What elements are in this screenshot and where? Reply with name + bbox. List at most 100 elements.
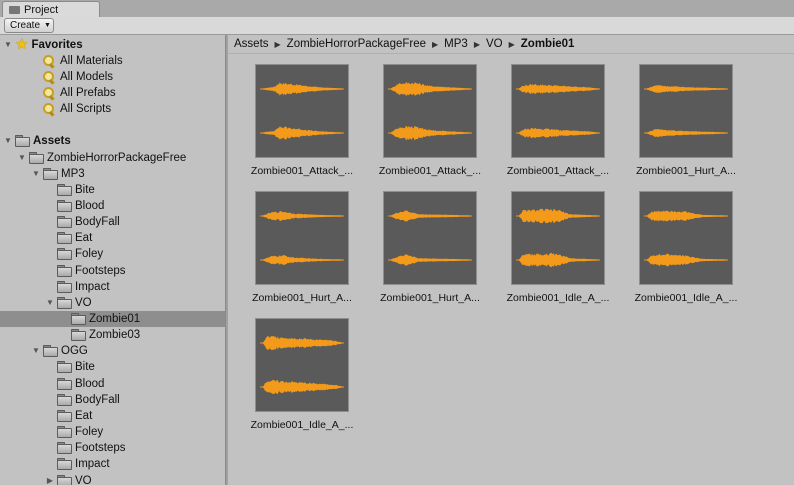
- tree-item-all-scripts[interactable]: All Scripts: [0, 101, 225, 117]
- tree-item-foley[interactable]: Foley: [0, 246, 225, 262]
- asset-item[interactable]: Zombie001_Attack_...: [486, 55, 609, 177]
- tree-item-bodyfall[interactable]: BodyFall: [0, 214, 225, 230]
- audio-waveform-thumbnail[interactable]: [639, 64, 733, 158]
- tree-item-eat[interactable]: Eat: [0, 408, 225, 424]
- asset-item[interactable]: Zombie001_Idle_A_...: [614, 182, 737, 304]
- waveform-channel: [391, 82, 470, 96]
- expanded-triangle-icon[interactable]: ▼: [32, 170, 40, 178]
- asset-name: Zombie001_Idle_A_...: [634, 292, 738, 304]
- tree-item-label: Eat: [75, 232, 93, 244]
- tree-item-bite[interactable]: Bite: [0, 182, 225, 198]
- breadcrumb-item[interactable]: Zombie01: [521, 38, 575, 50]
- tree-item-assets[interactable]: ▼ Assets: [0, 133, 225, 149]
- audio-waveform-thumbnail[interactable]: [255, 318, 349, 412]
- tree-item-vo[interactable]: ▼ VO: [0, 295, 225, 311]
- folder-icon: [57, 475, 72, 485]
- tree-item-all-materials[interactable]: All Materials: [0, 53, 225, 69]
- expanded-triangle-icon[interactable]: ▼: [18, 154, 26, 162]
- waveform-channel: [263, 211, 342, 221]
- breadcrumb-item[interactable]: Assets: [234, 38, 269, 50]
- audio-waveform-thumbnail[interactable]: [511, 64, 605, 158]
- asset-item[interactable]: Zombie001_Idle_A_...: [230, 309, 353, 431]
- folder-icon: [57, 394, 72, 406]
- tree-item-label: BodyFall: [75, 216, 120, 228]
- breadcrumb-item[interactable]: ZombieHorrorPackageFree: [287, 38, 426, 50]
- tree-item-vo[interactable]: ▶ VO: [0, 473, 225, 485]
- asset-item[interactable]: Zombie001_Attack_...: [230, 55, 353, 177]
- waveform-channel: [391, 210, 470, 222]
- tree-item-footsteps[interactable]: Footsteps: [0, 263, 225, 279]
- tree-item-label: Zombie03: [89, 329, 141, 341]
- tree-item-zombiehorrorpackagefree[interactable]: ▼ ZombieHorrorPackageFree: [0, 150, 225, 166]
- tree-item-bodyfall[interactable]: BodyFall: [0, 392, 225, 408]
- tree-item-all-models[interactable]: All Models: [0, 69, 225, 85]
- tree-item-zombie01[interactable]: Zombie01: [0, 311, 225, 327]
- tree-item-bite[interactable]: Bite: [0, 359, 225, 375]
- breadcrumb-item[interactable]: MP3: [444, 38, 468, 50]
- tree-item-blood[interactable]: Blood: [0, 198, 225, 214]
- asset-item[interactable]: Zombie001_Idle_A_...: [486, 182, 609, 304]
- tree-item-label: Impact: [75, 281, 110, 293]
- search-icon: [43, 70, 56, 84]
- tree-item-footsteps[interactable]: Footsteps: [0, 440, 225, 456]
- waveform-channel: [263, 255, 342, 265]
- audio-waveform-thumbnail[interactable]: [383, 191, 477, 285]
- audio-waveform-thumbnail[interactable]: [511, 191, 605, 285]
- waveform-icon: [516, 84, 600, 138]
- tree-item-all-prefabs[interactable]: All Prefabs: [0, 85, 225, 101]
- tree-item-blood[interactable]: Blood: [0, 376, 225, 392]
- folder-icon: [71, 329, 86, 341]
- collapsed-triangle-icon[interactable]: ▶: [46, 477, 54, 485]
- asset-item[interactable]: Zombie001_Hurt_A...: [230, 182, 352, 304]
- tree-item-impact[interactable]: Impact: [0, 456, 225, 472]
- tree-item-label: VO: [75, 297, 92, 309]
- tree-item-favorites[interactable]: ▼ ★ Favorites: [0, 37, 225, 53]
- tree-item-zombie03[interactable]: Zombie03: [0, 327, 225, 343]
- audio-waveform-thumbnail[interactable]: [639, 191, 733, 285]
- expanded-triangle-icon[interactable]: ▼: [4, 41, 12, 49]
- tree-item-label: Blood: [75, 200, 105, 212]
- folder-icon: [57, 458, 72, 470]
- asset-item[interactable]: Zombie001_Hurt_A...: [614, 55, 736, 177]
- tree-item-eat[interactable]: Eat: [0, 230, 225, 246]
- tree-item-ogg[interactable]: ▼ OGG: [0, 343, 225, 359]
- folder-icon: [57, 281, 72, 293]
- tree-item-label: Assets: [33, 135, 71, 147]
- asset-item[interactable]: Zombie001_Hurt_A...: [358, 182, 480, 304]
- tree-item-impact[interactable]: Impact: [0, 279, 225, 295]
- folder-icon: [57, 297, 72, 309]
- expanded-triangle-icon[interactable]: ▼: [4, 137, 12, 145]
- star-icon: ★: [15, 36, 29, 53]
- tab-project[interactable]: Project: [2, 1, 100, 17]
- audio-waveform-thumbnail[interactable]: [255, 191, 349, 285]
- waveform-icon: [644, 84, 728, 138]
- breadcrumb-item[interactable]: VO: [486, 38, 503, 50]
- tree-item-foley[interactable]: Foley: [0, 424, 225, 440]
- breadcrumb-separator-icon: ▶: [508, 39, 515, 49]
- tree-item-label: All Models: [60, 71, 114, 83]
- tree-item-mp3[interactable]: ▼ MP3: [0, 166, 225, 182]
- waveform-channel: [647, 210, 726, 222]
- asset-item[interactable]: Zombie001_Attack_...: [358, 55, 481, 177]
- tree-item-label: Blood: [75, 378, 105, 390]
- folder-icon: [15, 135, 30, 147]
- folder-tree: ▼ ★ Favorites All Materials All Models All Pr…: [0, 35, 225, 485]
- tree-item-label: Footsteps: [75, 442, 126, 454]
- audio-waveform-thumbnail[interactable]: [255, 64, 349, 158]
- breadcrumb-separator-icon: ▶: [473, 39, 480, 49]
- tree-item-label: ZombieHorrorPackageFree: [47, 152, 187, 164]
- tree-item-label: OGG: [61, 345, 88, 357]
- audio-waveform-thumbnail[interactable]: [383, 64, 477, 158]
- expanded-triangle-icon[interactable]: ▼: [32, 347, 40, 355]
- folder-icon: [71, 313, 86, 325]
- expanded-triangle-icon[interactable]: ▼: [46, 299, 54, 307]
- create-button[interactable]: Create ▼: [4, 18, 54, 33]
- waveform-icon: [644, 210, 728, 267]
- waveform-icon: [260, 82, 344, 140]
- tree-item-label: BodyFall: [75, 394, 120, 406]
- folder-icon: [57, 248, 72, 260]
